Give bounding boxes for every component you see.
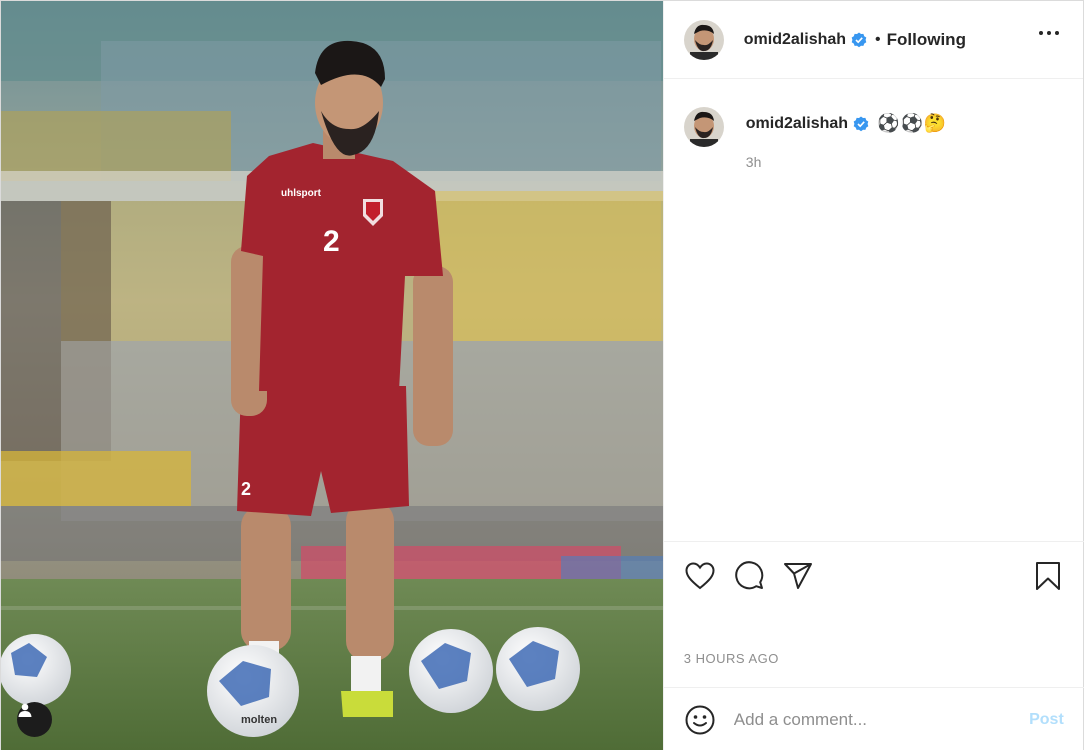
like-button[interactable] (684, 560, 716, 592)
svg-text:uhlsport: uhlsport (281, 188, 322, 199)
more-options-button[interactable] (1039, 31, 1059, 35)
post-photo[interactable]: 2 uhlsport 2 molten (1, 1, 664, 750)
post-caption: omid2alishah ⚽⚽🤔 3h (683, 107, 948, 170)
svg-text:2: 2 (323, 225, 340, 258)
comment-bar: Post (663, 687, 1084, 750)
caption-avatar[interactable] (683, 107, 724, 147)
verified-icon (853, 116, 869, 131)
following-button[interactable]: Following (887, 30, 966, 50)
post-dialog: 2 uhlsport 2 molten omid2alishah • Follo… (0, 0, 1084, 750)
user-tag-icon (18, 703, 32, 717)
photo-illustration: 2 uhlsport 2 molten (1, 1, 663, 750)
post-comment-button[interactable]: Post (1029, 711, 1064, 729)
avatar-image (683, 107, 724, 147)
author-avatar[interactable] (683, 19, 724, 60)
share-icon (783, 563, 812, 589)
post-side-panel: omid2alishah • Following omid2alishah ⚽⚽… (663, 1, 1084, 750)
avatar-image (683, 19, 724, 60)
save-button[interactable] (1032, 560, 1064, 592)
svg-text:molten: molten (241, 714, 277, 726)
user-tag-button[interactable] (17, 702, 52, 737)
bookmark-icon (1035, 562, 1060, 590)
more-icon (1039, 31, 1043, 35)
caption-text: ⚽⚽🤔 (877, 113, 948, 133)
comment-icon (735, 561, 763, 590)
post-timestamp[interactable]: 3 HOURS AGO (684, 651, 779, 666)
header-separator: • (875, 30, 881, 48)
emoji-icon (685, 705, 715, 734)
emoji-button[interactable] (684, 704, 716, 736)
svg-text:2: 2 (241, 479, 251, 499)
verified-icon (851, 32, 867, 47)
heart-icon (685, 562, 715, 590)
caption-time[interactable]: 3h (746, 154, 948, 170)
header-username[interactable]: omid2alishah (744, 31, 846, 49)
caption-username[interactable]: omid2alishah (746, 115, 848, 133)
comment-input[interactable] (733, 709, 1024, 730)
share-button[interactable] (782, 560, 814, 592)
comment-button[interactable] (734, 560, 766, 592)
post-header: omid2alishah • Following (663, 1, 1083, 79)
action-bar (663, 541, 1084, 607)
